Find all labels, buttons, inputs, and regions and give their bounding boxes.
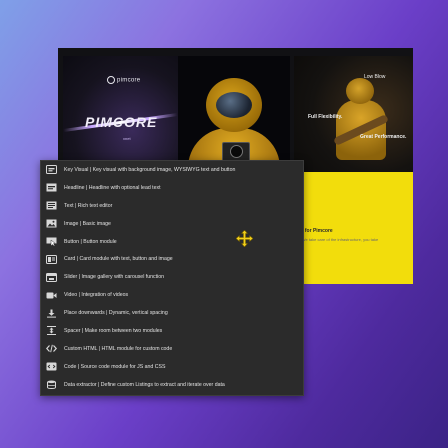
menu-item-video[interactable]: Video | Integration of videos xyxy=(41,286,303,304)
image-icon xyxy=(45,219,57,229)
menu-item-label: Slider | Image gallery with carousel fun… xyxy=(64,274,164,281)
menu-item-label: Video | Integration of videos xyxy=(64,292,129,299)
menu-item-card[interactable]: Card | Card module with text, button and… xyxy=(41,250,303,268)
slider-icon xyxy=(45,272,57,282)
menu-item-label: Key Visual | Key visual with background … xyxy=(64,166,236,173)
menu-item-key-visual[interactable]: Key Visual | Key visual with background … xyxy=(41,161,303,179)
video-icon xyxy=(45,290,57,300)
data-extractor-icon xyxy=(45,380,57,390)
menu-item-label: Button | Button module xyxy=(64,238,117,245)
guitarist-caption-2: Full Flexibility. xyxy=(308,114,343,120)
yellow-block-text: re. We take care of the infrastructure, … xyxy=(296,237,379,242)
menu-item-code[interactable]: Code | Source code module for JS and CSS xyxy=(41,358,303,376)
place-downwards-icon xyxy=(45,308,57,318)
menu-item-label: Text | Rich text editor xyxy=(64,202,113,209)
guitarist-helmet xyxy=(346,78,374,104)
spacer-icon xyxy=(45,326,57,336)
menu-item-label: Card | Card module with text, button and… xyxy=(64,256,173,263)
pimcore-subtitle: xnet xyxy=(123,136,131,141)
text-icon xyxy=(45,201,57,211)
menu-item-headline[interactable]: Headline | Headline with optional lead t… xyxy=(41,179,303,197)
menu-item-label: Place downwards | Dynamic, vertical spac… xyxy=(64,310,168,317)
menu-item-label: Custom HTML | HTML module for custom cod… xyxy=(64,345,173,352)
code-icon xyxy=(45,362,57,372)
menu-item-custom-html[interactable]: Custom HTML | HTML module for custom cod… xyxy=(41,340,303,358)
menu-item-label: Data extractor | Define custom Listings … xyxy=(64,381,225,388)
menu-item-label: Code | Source code module for JS and CSS xyxy=(64,363,166,370)
pimcore-wordmark: PIMCORE xyxy=(85,114,158,130)
button-icon xyxy=(45,237,57,247)
card-icon xyxy=(45,254,57,264)
menu-item-text[interactable]: Text | Rich text editor xyxy=(41,197,303,215)
menu-item-label: Image | Basic image xyxy=(64,220,111,227)
menu-item-button[interactable]: Button | Button module xyxy=(41,233,303,251)
headline-icon xyxy=(45,183,57,193)
menu-item-data-extractor[interactable]: Data extractor | Define custom Listings … xyxy=(41,376,303,394)
astronaut-visor xyxy=(216,92,252,118)
guitarist-caption-1: Low Blow xyxy=(364,74,386,80)
preview-image-guitarist[interactable]: Low Blow Full Flexibility. Great Perform… xyxy=(294,56,413,191)
menu-item-spacer[interactable]: Spacer | Make room between two modules xyxy=(41,322,303,340)
key-visual-icon xyxy=(45,165,57,175)
menu-item-label: Headline | Headline with optional lead t… xyxy=(64,184,161,191)
camera-lens xyxy=(230,145,243,158)
menu-item-label: Spacer | Make room between two modules xyxy=(64,327,163,334)
menu-item-image[interactable]: Image | Basic image xyxy=(41,215,303,233)
menu-item-slider[interactable]: Slider | Image gallery with carousel fun… xyxy=(41,268,303,286)
custom-html-icon xyxy=(45,344,57,354)
module-picker-menu: Key Visual | Key visual with background … xyxy=(40,160,304,396)
menu-item-place-downwards[interactable]: Place downwards | Dynamic, vertical spac… xyxy=(41,304,303,322)
guitarist-caption-3: Great Performance. xyxy=(360,134,407,140)
pimcore-logo: pimcore xyxy=(107,76,140,84)
move-cursor-icon xyxy=(236,230,253,247)
